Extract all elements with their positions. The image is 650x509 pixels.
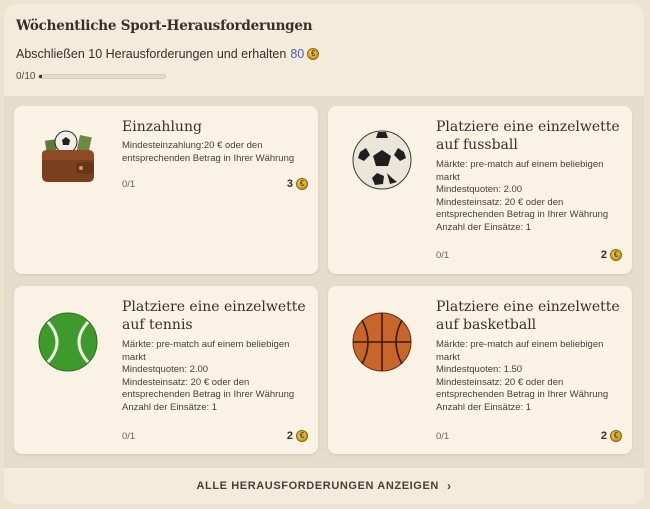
card-description: Märkte: pre-match auf einem beliebigen m… (436, 339, 626, 414)
challenges-header: Wöchentliche Sport-Herausforderungen Abs… (4, 4, 644, 96)
card-progress-count: 0/1 (122, 431, 136, 442)
desc-line: Anzahl der Einsätze: 1 (122, 401, 218, 413)
desc-line: Mindestquoten: 2.00 (436, 184, 523, 195)
card-title: Platziere eine einzelwette auf tennis (122, 299, 306, 333)
desc-line: entsprechenden Betrag in Ihrer Währung (122, 152, 295, 164)
desc-line: markt (436, 351, 460, 363)
card-reward: 2 € (601, 430, 622, 442)
progress-bar (38, 74, 167, 79)
challenge-card-tennis[interactable]: Platziere eine einzelwette auf tennis Mä… (14, 286, 318, 454)
card-progress-count: 0/1 (436, 431, 450, 442)
desc-line: Anzahl der Einsätze: 1 (436, 221, 532, 233)
challenge-card-basketball[interactable]: Platziere eine einzelwette auf basketbal… (328, 286, 632, 454)
tennis-ball-icon (36, 310, 100, 374)
desc-line: Märkte: pre-match auf einem beliebigen (122, 339, 290, 350)
progress-fill (39, 75, 42, 78)
desc-line: markt (122, 351, 146, 363)
total-reward-amount: 80 (290, 47, 305, 61)
overall-progress: 0/10 (16, 71, 632, 82)
coin-icon: € (610, 430, 622, 442)
challenges-panel: Wöchentliche Sport-Herausforderungen Abs… (4, 4, 644, 504)
challenge-card-football[interactable]: Platziere eine einzelwette auf fussball … (328, 106, 632, 274)
card-reward: 2 € (601, 249, 622, 261)
desc-line: Märkte: pre-match auf einem beliebigen (436, 159, 604, 170)
show-all-challenges-link[interactable]: ALLE HERAUSFORDERUNGEN ANZEIGEN › (196, 479, 451, 493)
desc-line: Mindesteinsatz: 20 € oder den (122, 376, 250, 388)
card-reward: 2 € (287, 430, 308, 442)
desc-line: Märkte: pre-match auf einem beliebigen (436, 339, 604, 350)
desc-line: Mindestquoten: 1.50 (436, 364, 523, 375)
coin-icon: € (610, 249, 622, 261)
card-progress-count: 0/1 (122, 179, 136, 190)
card-description: Märkte: pre-match auf einem beliebigen m… (436, 159, 626, 234)
coin-icon: € (307, 48, 320, 60)
desc-line: entsprechenden Betrag in Ihrer Währung (436, 389, 609, 400)
coin-icon: € (296, 178, 308, 190)
desc-line: Mindestquoten: 2.00 (122, 364, 209, 375)
reward-amount: 2 (286, 430, 293, 442)
reward-amount: 3 (286, 178, 293, 190)
desc-line: markt (436, 171, 460, 183)
challenge-card-deposit[interactable]: Einzahlung Mindesteinzahlung:20 € oder d… (14, 106, 318, 274)
wallet-icon (36, 126, 100, 190)
show-all-label: ALLE HERAUSFORDERUNGEN ANZEIGEN (196, 480, 439, 492)
card-title: Platziere eine einzelwette auf fussball (436, 119, 620, 153)
card-description: Märkte: pre-match auf einem beliebigen m… (122, 339, 312, 414)
card-title: Platziere eine einzelwette auf basketbal… (436, 299, 620, 333)
reward-amount: 2 (600, 249, 607, 261)
challenge-subtitle: Abschließen 10 Herausforderungen und erh… (16, 47, 632, 61)
page-title: Wöchentliche Sport-Herausforderungen (16, 18, 313, 34)
desc-line: Mindesteinzahlung:20 € oder den (122, 140, 263, 151)
soccer-ball-icon (350, 128, 414, 192)
desc-line: Mindesteinsatz: 20 € oder den (436, 196, 564, 208)
desc-line: entsprechenden Betrag in Ihrer Währung (436, 209, 609, 220)
coin-icon: € (296, 430, 308, 442)
progress-label: 0/10 (16, 71, 36, 82)
card-description: Mindesteinzahlung:20 € oder den entsprec… (122, 140, 312, 165)
basketball-icon (350, 310, 414, 374)
reward-amount: 2 (600, 430, 607, 442)
subtitle-text: Abschließen 10 Herausforderungen und erh… (16, 47, 287, 61)
card-title: Einzahlung (122, 119, 202, 135)
desc-line: Anzahl der Einsätze: 1 (436, 401, 532, 413)
challenges-footer: ALLE HERAUSFORDERUNGEN ANZEIGEN › (4, 468, 644, 504)
desc-line: Mindesteinsatz: 20 € oder den (436, 376, 564, 388)
card-reward: 3 € (287, 178, 308, 190)
desc-line: entsprechenden Betrag in Ihrer Währung (122, 389, 295, 400)
challenge-grid: Einzahlung Mindesteinzahlung:20 € oder d… (4, 96, 644, 468)
card-progress-count: 0/1 (436, 250, 450, 261)
chevron-right-icon: › (446, 479, 452, 493)
